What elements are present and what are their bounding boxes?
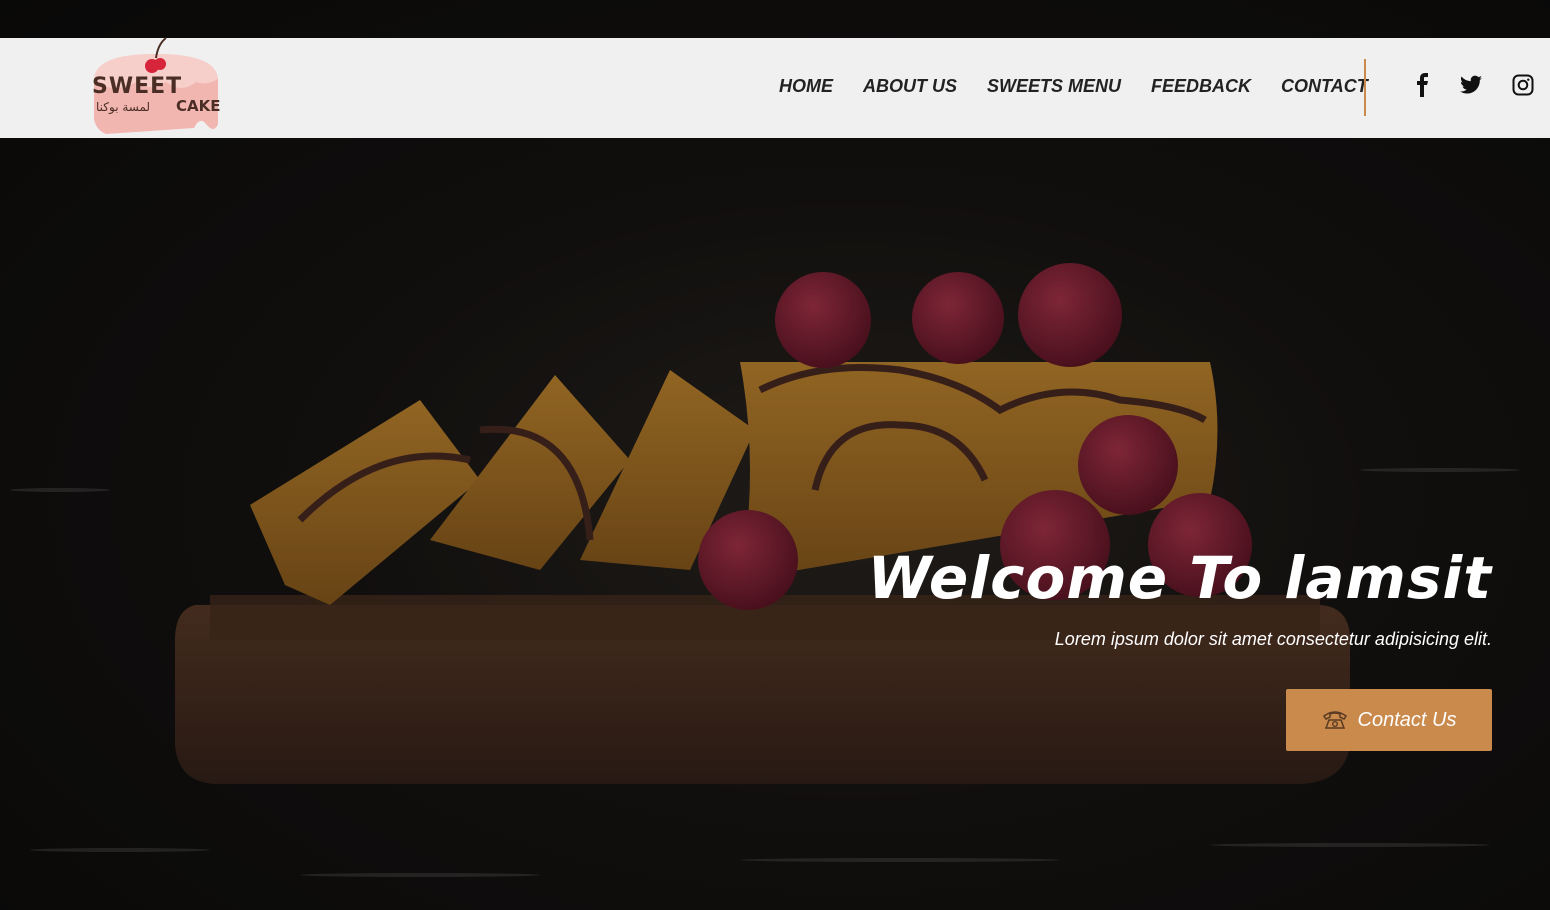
hero-subtitle: Lorem ipsum dolor sit amet consectetur a… [1054, 629, 1492, 649]
nav-sweets-menu[interactable]: SWEETS MENU [987, 76, 1121, 97]
nav-contact[interactable]: CONTACT [1281, 76, 1368, 97]
nav-divider [1364, 59, 1366, 116]
main-nav: HOME ABOUT US SWEETS MENU FEEDBACK CONTA… [779, 76, 1368, 97]
nav-about-us[interactable]: ABOUT US [863, 76, 957, 97]
instagram-icon[interactable] [1511, 73, 1535, 97]
nav-home[interactable]: HOME [779, 76, 833, 97]
twitter-icon[interactable] [1459, 73, 1483, 97]
logo-text-cake: CAKE [176, 97, 221, 115]
logo-text-arabic: لمسة بوكنا [96, 100, 151, 114]
hero-title: Welcome To lamsit [867, 544, 1492, 612]
logo-text-sweet: SWEET [92, 74, 183, 99]
contact-us-label: Contact Us [1357, 708, 1457, 731]
contact-us-button[interactable]: Contact Us [1286, 689, 1492, 751]
telephone-icon [1322, 711, 1347, 729]
top-navbar: SWEET لمسة بوكنا CAKE HOME ABOUT US SWEE… [0, 37, 1550, 138]
brand-logo[interactable]: SWEET لمسة بوكنا CAKE [86, 24, 226, 134]
nav-feedback[interactable]: FEEDBACK [1151, 76, 1251, 97]
facebook-icon[interactable] [1411, 73, 1435, 97]
